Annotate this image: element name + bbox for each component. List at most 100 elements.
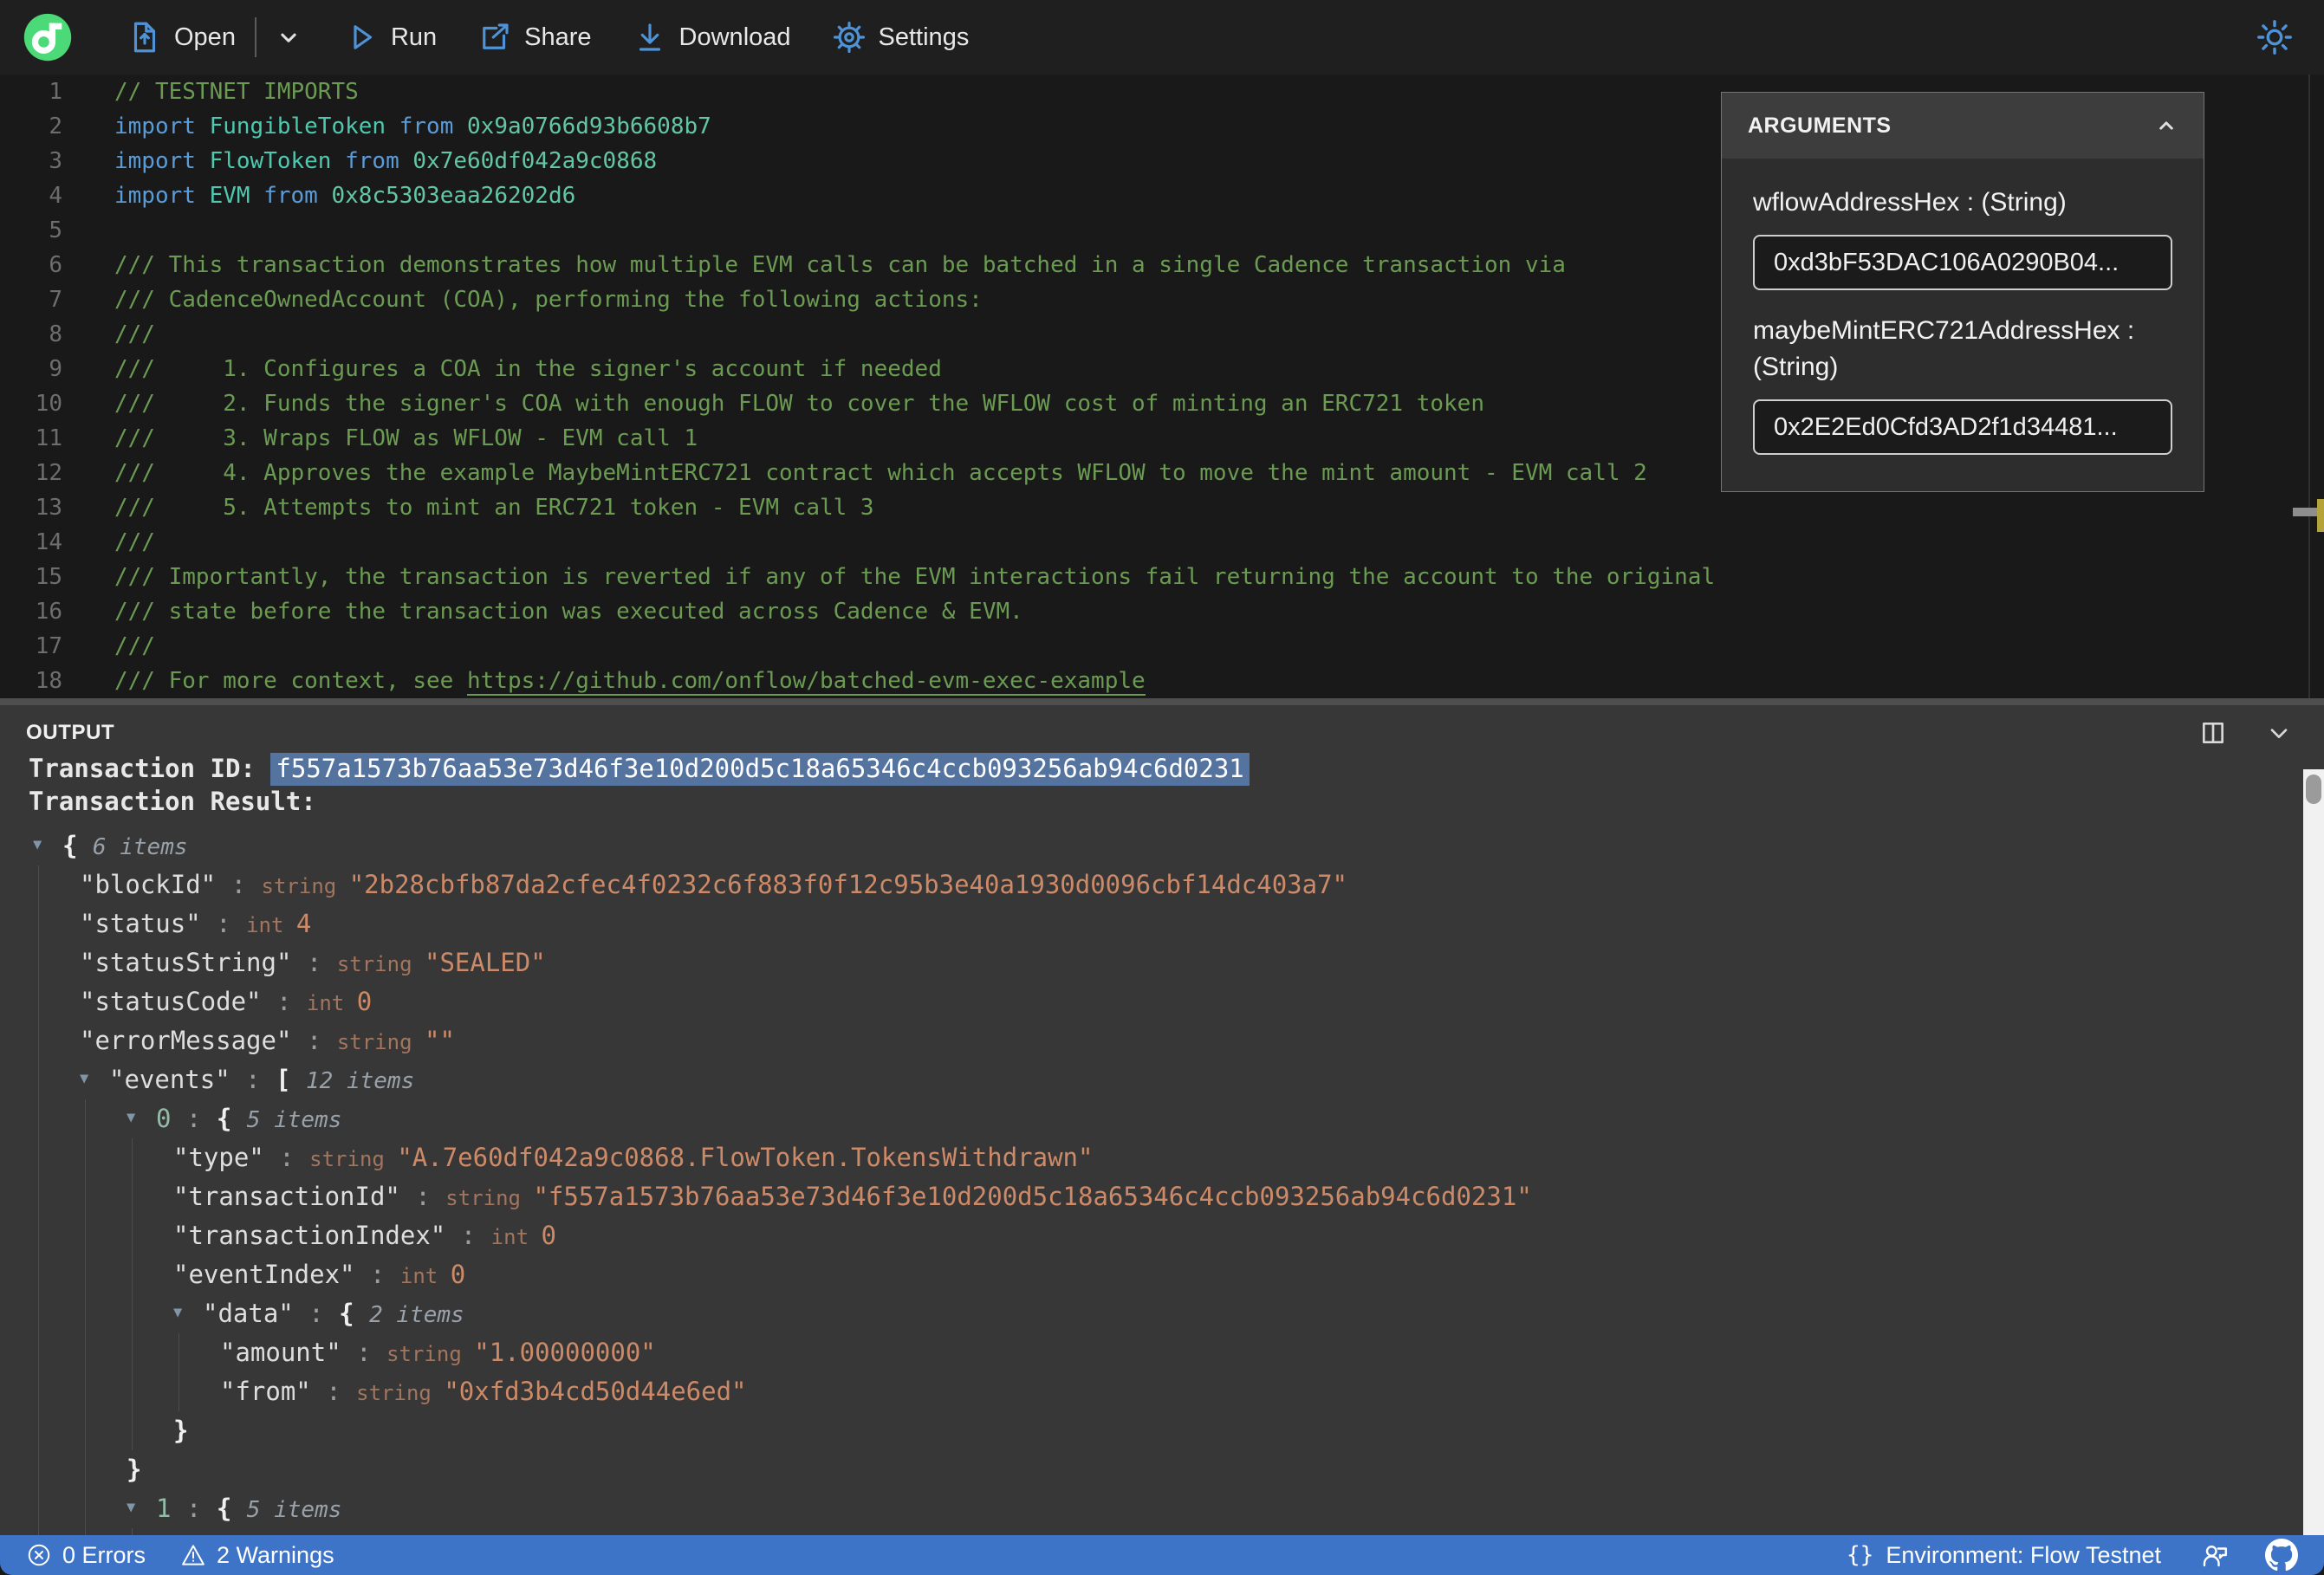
wflow-address-input[interactable] <box>1753 235 2172 290</box>
indent-guide <box>85 1138 86 1177</box>
colon: : <box>291 1026 337 1055</box>
expander-arrow-icon[interactable]: ▼ <box>33 826 62 865</box>
maybe-mint-erc721-address-input[interactable] <box>1753 399 2172 455</box>
expander-arrow-icon[interactable]: ▼ <box>127 1099 156 1138</box>
run-button[interactable]: Run <box>343 19 437 55</box>
code-token: /// 3. Wraps FLOW as WFLOW - EVM call 1 <box>114 425 698 451</box>
json-key: "errorMessage" <box>80 1026 292 1055</box>
value-type: int <box>246 913 296 937</box>
value-type: string <box>261 874 349 898</box>
indent-guide <box>85 1489 86 1528</box>
indent-guide <box>85 1372 86 1411</box>
line-number: 2 <box>49 113 62 139</box>
indent-guide <box>85 1411 86 1450</box>
code-text: /// <box>62 633 155 659</box>
item-count: 6 items <box>92 834 188 860</box>
indent-guide <box>38 1528 39 1535</box>
colon: : <box>171 1104 217 1133</box>
json-tree-row: "amount" : string "1.00000000" <box>0 1333 2324 1372</box>
transaction-id-row: Transaction ID: f557a1573b76aa53e73d46f3… <box>29 752 2324 786</box>
opening-brace: { <box>216 1494 247 1523</box>
json-value: 0 <box>541 1221 556 1250</box>
split-view-icon[interactable] <box>2199 719 2227 747</box>
code-text: /// 3. Wraps FLOW as WFLOW - EVM call 1 <box>62 425 698 451</box>
collapse-chevron-up-icon[interactable] <box>2153 113 2179 139</box>
json-value: 4 <box>295 909 312 938</box>
editor-scrollbar-thumb[interactable] <box>2293 508 2317 516</box>
share-button[interactable]: Share <box>477 19 592 55</box>
code-token: from <box>399 113 468 139</box>
arguments-panel-body: wflowAddressHex : (String) maybeMintERC7… <box>1722 159 2204 491</box>
json-tree-row: ▼ 1 : { 5 items <box>0 1489 2324 1528</box>
output-scrollbar-thumb[interactable] <box>2306 775 2321 804</box>
expander-arrow-icon[interactable]: ▼ <box>127 1488 156 1527</box>
indent-guide <box>85 1099 86 1138</box>
transaction-result-label: Transaction Result: <box>29 787 316 816</box>
line-number: 14 <box>35 529 62 555</box>
line-number: 10 <box>35 391 62 417</box>
status-bar: 0 Errors 2 Warnings {} Environment: Flow… <box>0 1535 2324 1575</box>
item-count: 12 items <box>306 1068 415 1094</box>
line-number: 13 <box>35 495 62 521</box>
collapse-output-chevron-down-icon[interactable] <box>2265 719 2293 747</box>
colon: : <box>230 1065 276 1094</box>
comment-link[interactable]: https://github.com/onflow/batched-evm-ex… <box>467 668 1146 696</box>
warnings-status[interactable]: 2 Warnings <box>180 1542 334 1569</box>
code-text: /// <box>62 321 155 347</box>
expander-arrow-icon[interactable]: ▼ <box>173 1293 203 1332</box>
flow-logo-icon[interactable] <box>23 12 73 62</box>
code-text: /// <box>62 529 155 555</box>
indent-guide <box>38 1411 39 1450</box>
feedback-person-icon[interactable] <box>2199 1539 2230 1571</box>
code-text: import FungibleToken from 0x9a0766d93b66… <box>62 113 711 139</box>
code-text: /// For more context, see https://github… <box>62 668 1146 696</box>
github-icon[interactable] <box>2265 1539 2298 1572</box>
json-key: "type" <box>173 1143 264 1172</box>
transaction-id-label: Transaction ID: <box>29 754 271 783</box>
expander-arrow-icon[interactable]: ▼ <box>80 1060 109 1099</box>
code-text: /// CadenceOwnedAccount (COA), performin… <box>62 287 983 313</box>
json-value: "A.7e60df042a9c0868.FlowToken.TokensWith… <box>397 1143 1094 1172</box>
environment-label[interactable]: Environment: Flow Testnet <box>1886 1542 2161 1569</box>
run-play-icon <box>354 25 373 49</box>
settings-button[interactable]: Settings <box>831 19 969 55</box>
code-line: 18/// For more context, see https://gith… <box>0 664 2324 698</box>
code-token: /// For more context, see <box>114 668 467 694</box>
theme-toggle-sun-icon[interactable] <box>2255 17 2295 57</box>
json-value: "0xfd3b4cd50d44e6ed" <box>444 1377 747 1406</box>
transaction-id-value[interactable]: f557a1573b76aa53e73d46f3e10d200d5c18a653… <box>270 753 1250 786</box>
code-token: FungibleToken <box>209 113 399 139</box>
open-button[interactable]: Open <box>127 19 236 55</box>
toolbar-divider <box>254 17 256 57</box>
indent-guide <box>38 982 39 1021</box>
indent-guide <box>132 1411 133 1450</box>
open-menu-chevron-down-icon[interactable] <box>274 23 303 52</box>
value-type: int <box>306 991 357 1015</box>
colon: : <box>293 1299 340 1328</box>
errors-status[interactable]: 0 Errors <box>26 1542 146 1569</box>
share-label: Share <box>524 23 592 51</box>
code-token: import <box>114 183 210 209</box>
argument-label: wflowAddressHex : (String) <box>1753 188 2067 217</box>
code-text: /// This transaction demonstrates how mu… <box>62 252 1566 278</box>
value-type: string <box>386 1342 475 1366</box>
code-text: // TESTNET IMPORTS <box>62 79 359 105</box>
indent-guide <box>38 1216 39 1255</box>
flow-runner-app: { "toolbar": { "open_label": "Open", "ru… <box>0 0 2324 1575</box>
arguments-panel-header[interactable]: ARGUMENTS <box>1722 93 2204 159</box>
value-type: int <box>399 1264 451 1288</box>
colon: : <box>291 948 337 977</box>
json-key: "amount" <box>220 1338 341 1367</box>
opening-brace: [ <box>276 1065 306 1094</box>
output-scrollbar-track[interactable] <box>2303 769 2324 1535</box>
download-button[interactable]: Download <box>632 19 791 55</box>
argument-label: maybeMintERC721AddressHex : (String) <box>1753 316 2135 381</box>
json-tree-row: ▼ "events" : [ 12 items <box>0 1060 2324 1099</box>
indent-guide <box>85 1177 86 1216</box>
indent-guide <box>132 1177 133 1216</box>
errors-count: 0 Errors <box>62 1541 146 1568</box>
colon: : <box>261 987 307 1016</box>
colon: : <box>399 1182 446 1211</box>
line-number: 18 <box>35 668 62 694</box>
editor-output-divider[interactable] <box>0 698 2324 705</box>
